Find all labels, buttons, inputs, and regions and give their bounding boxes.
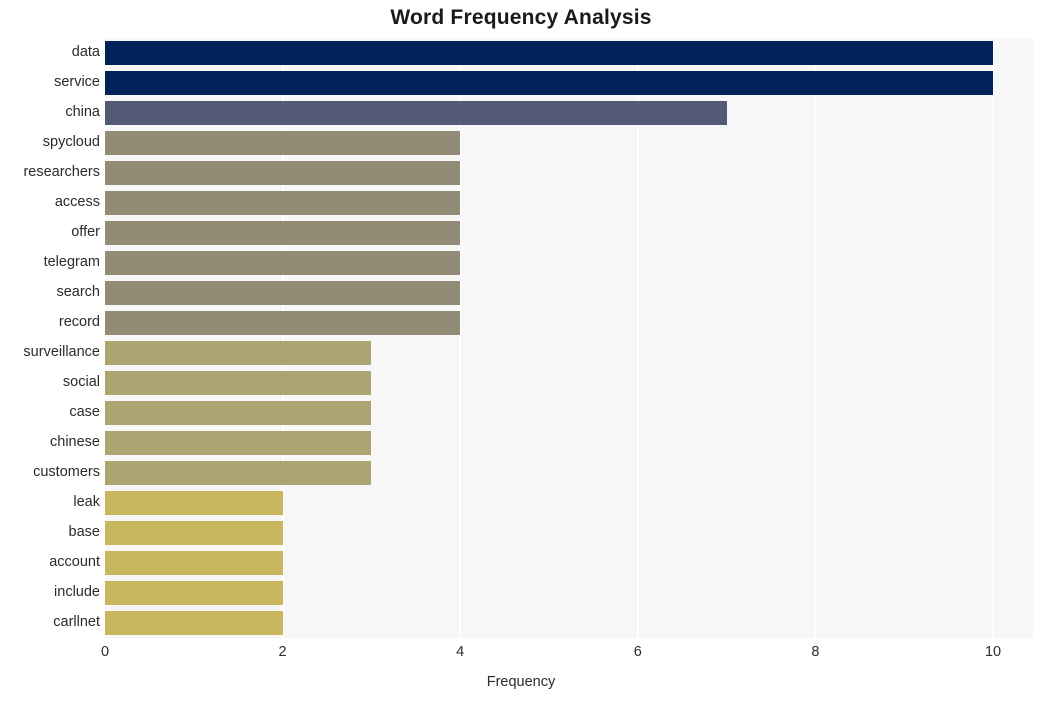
y-tick-label-case: case bbox=[69, 404, 100, 420]
y-tick-label-customers: customers bbox=[33, 464, 100, 480]
y-tick-label-researchers: researchers bbox=[23, 164, 100, 180]
y-tick-label-chinese: chinese bbox=[50, 434, 100, 450]
x-tick-label-8: 8 bbox=[811, 644, 820, 660]
y-tick-label-china: china bbox=[65, 104, 100, 120]
x-tick-label-2: 2 bbox=[278, 644, 287, 660]
y-tick-label-telegram: telegram bbox=[43, 254, 100, 270]
y-tick-label-record: record bbox=[58, 314, 100, 330]
x-tick-label-4: 4 bbox=[456, 644, 465, 660]
y-tick-label-search: search bbox=[56, 284, 100, 300]
x-tick-label-6: 6 bbox=[633, 644, 642, 660]
y-tick-label-service: service bbox=[54, 74, 100, 90]
chart-title: Word Frequency Analysis bbox=[390, 6, 652, 29]
y-tick-label-base: base bbox=[68, 524, 100, 540]
y-tick-label-social: social bbox=[62, 374, 100, 390]
y-tick-label-account: account bbox=[49, 554, 100, 570]
chart-figure: Word Frequency Analysis data service china… bbox=[0, 0, 1042, 701]
y-axis-tick-labels: data service china spycloud researchers acces… bbox=[0, 38, 1042, 638]
x-tick-label-0: 0 bbox=[100, 644, 110, 660]
x-axis-label: Frequency bbox=[486, 674, 556, 690]
y-tick-label-data: data bbox=[71, 44, 100, 60]
y-tick-label-carllnet: carllnet bbox=[53, 614, 100, 630]
y-tick-label-access: access bbox=[54, 194, 100, 210]
x-axis-tick-labels: 0 2 4 6 8 10 bbox=[101, 644, 1033, 668]
x-tick-label-10: 10 bbox=[984, 644, 1002, 660]
y-tick-label-include: include bbox=[54, 584, 100, 600]
y-tick-label-offer: offer bbox=[71, 224, 100, 240]
y-tick-label-surveillance: surveillance bbox=[23, 344, 100, 360]
y-tick-label-spycloud: spycloud bbox=[42, 134, 100, 150]
y-tick-label-leak: leak bbox=[73, 494, 100, 510]
